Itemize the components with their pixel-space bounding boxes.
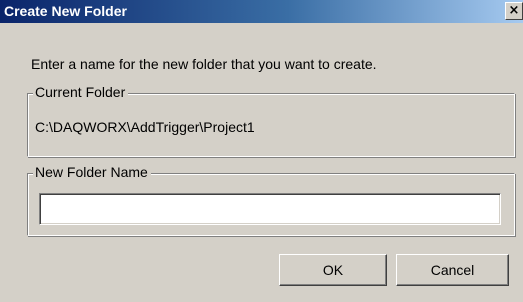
new-folder-name-input[interactable] [39,193,501,225]
new-folder-group: New Folder Name [27,164,515,236]
cancel-button[interactable]: Cancel [396,254,509,286]
close-icon: × [508,3,520,18]
current-folder-path: C:\DAQWORX\AddTrigger\Project1 [35,119,255,135]
current-folder-legend: Current Folder [33,84,129,101]
new-folder-legend: New Folder Name [33,164,151,181]
close-button[interactable]: × [505,2,523,20]
ok-button[interactable]: OK [279,254,387,286]
dialog-title: Create New Folder [4,3,127,19]
create-new-folder-dialog: Create New Folder × Enter a name for the… [0,0,523,302]
title-bar[interactable]: Create New Folder × [0,0,523,23]
current-folder-group: Current Folder C:\DAQWORX\AddTrigger\Pro… [27,84,515,157]
instruction-text: Enter a name for the new folder that you… [31,56,377,72]
